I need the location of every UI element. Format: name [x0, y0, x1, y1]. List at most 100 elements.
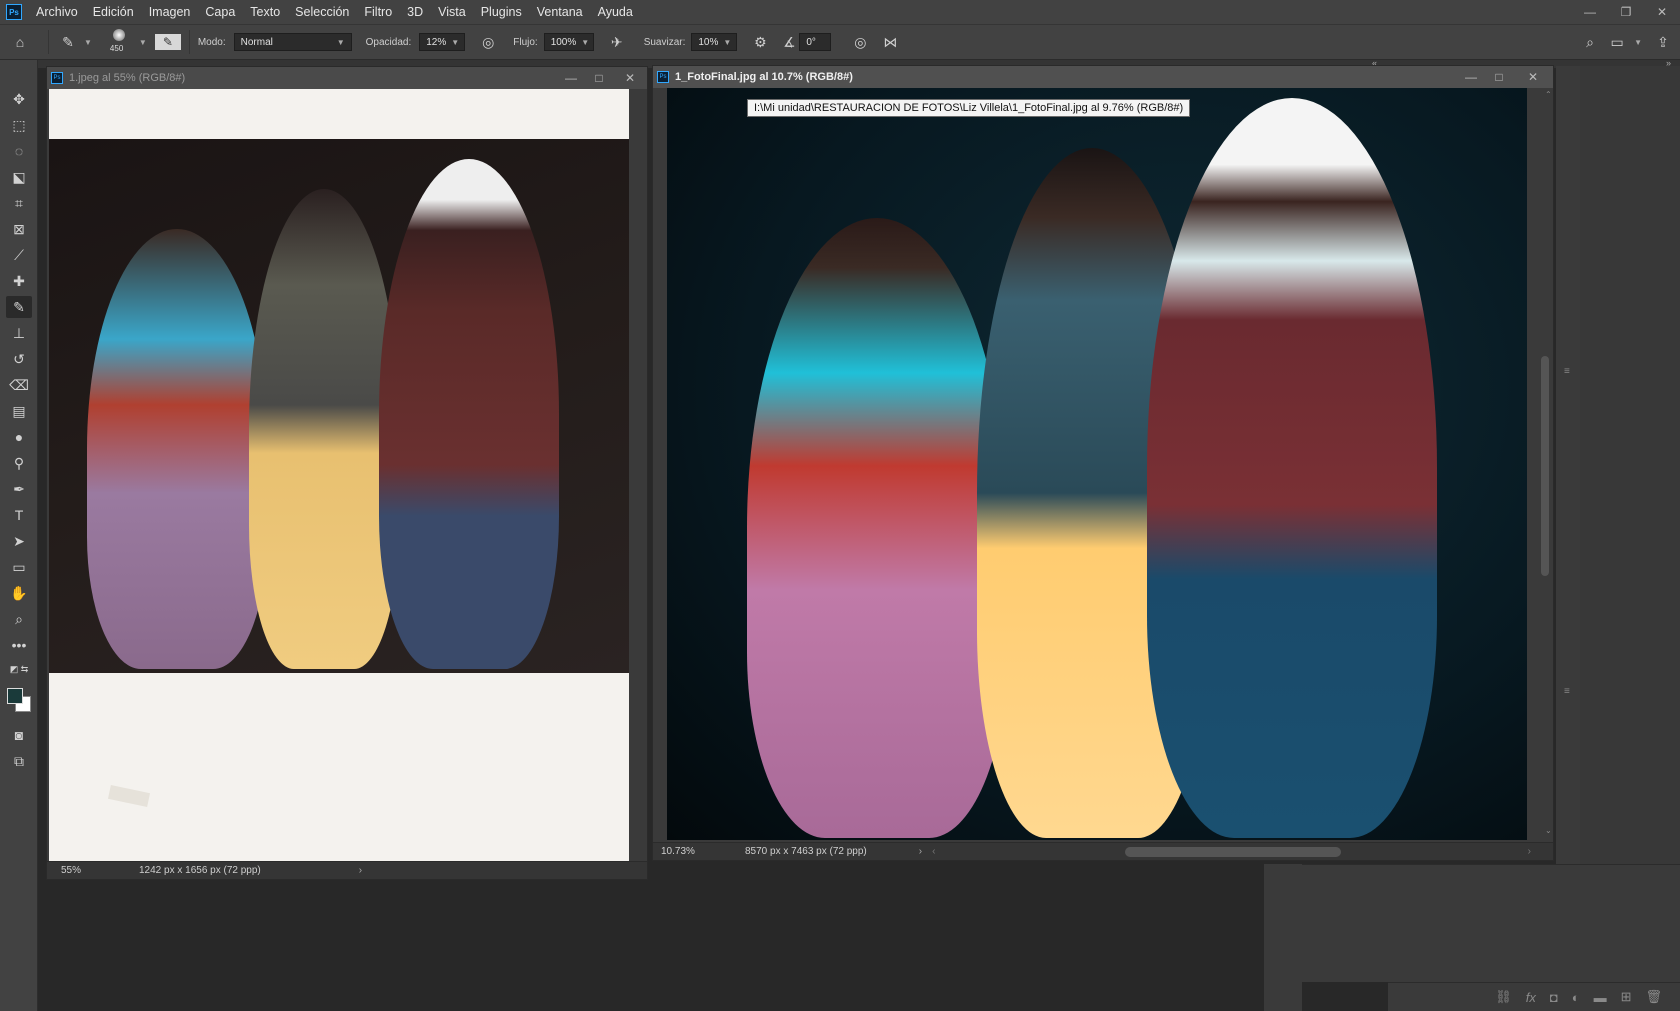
document-2-titlebar[interactable]: Ps 1_FotoFinal.jpg al 10.7% (RGB/8#) — □… — [653, 66, 1553, 88]
home-icon[interactable]: ⌂ — [0, 34, 40, 50]
document-1-statusbar: 55% 1242 px x 1656 px (72 ppp) › — [47, 861, 647, 879]
maximize-icon[interactable]: □ — [1485, 70, 1513, 84]
older-man-figure — [1147, 98, 1437, 838]
menu-plugins[interactable]: Plugins — [481, 5, 522, 19]
brush-tool-preset-icon[interactable]: ✎ — [57, 34, 79, 51]
type-tool-icon[interactable]: T — [6, 504, 32, 526]
document-window-2: Ps 1_FotoFinal.jpg al 10.7% (RGB/8#) — □… — [652, 65, 1554, 861]
menu-capa[interactable]: Capa — [205, 5, 235, 19]
vertical-scroll-thumb[interactable] — [1541, 356, 1549, 576]
chevron-right-icon[interactable]: › — [359, 865, 362, 876]
add-mask-icon[interactable]: ◘ — [1550, 990, 1558, 1005]
chevron-down-icon[interactable]: ▼ — [1634, 38, 1642, 47]
link-layers-icon[interactable]: ⛓ — [1495, 989, 1512, 1005]
maximize-icon[interactable]: □ — [585, 71, 613, 85]
flow-field[interactable]: 100% ▼ — [543, 33, 594, 51]
gradient-tool-icon[interactable]: ▤ — [6, 400, 32, 422]
pressure-size-icon[interactable]: ◎ — [845, 34, 875, 51]
document-1-titlebar[interactable]: Ps 1.jpeg al 55% (RGB/8#) — □ ✕ — [47, 67, 647, 89]
chevron-down-icon[interactable]: ▼ — [139, 38, 147, 47]
share-icon[interactable]: ⇪ — [1646, 34, 1680, 51]
scroll-right-icon[interactable]: › — [1528, 846, 1531, 857]
chevron-right-icon[interactable]: › — [919, 846, 922, 857]
screen-mode-icon[interactable]: ⧉ — [6, 750, 32, 772]
scroll-up-icon[interactable]: ⌃ — [1545, 90, 1552, 99]
minimize-icon[interactable]: — — [1457, 70, 1485, 84]
brush-size-picker[interactable]: 450 — [104, 27, 134, 57]
pen-tool-icon[interactable]: ✒ — [6, 478, 32, 500]
crop-tool-icon[interactable]: ⌗ — [6, 192, 32, 214]
more-tools-icon[interactable]: ••• — [6, 634, 32, 656]
path-selection-tool-icon[interactable]: ➤ — [6, 530, 32, 552]
close-icon[interactable]: ✕ — [1513, 70, 1553, 84]
search-icon[interactable]: ⌕ — [1575, 34, 1605, 51]
close-window-icon[interactable]: ✕ — [1644, 5, 1680, 19]
woman-figure — [747, 218, 1007, 838]
history-brush-tool-icon[interactable]: ↺ — [6, 348, 32, 370]
move-tool-icon[interactable]: ✥ — [6, 88, 32, 110]
document-1-canvas[interactable] — [49, 89, 629, 861]
chevron-down-icon[interactable]: ▼ — [84, 38, 92, 47]
flow-label: Flujo: — [513, 36, 538, 48]
panel-grip-icon[interactable]: ≡ — [1564, 686, 1570, 697]
brush-tool-icon[interactable]: ✎ — [6, 296, 32, 318]
document-2-vertical-scrollbar[interactable]: ⌃ ⌄ — [1537, 88, 1553, 840]
menu-vista[interactable]: Vista — [438, 5, 466, 19]
minimize-icon[interactable]: — — [1572, 5, 1608, 19]
symmetry-icon[interactable]: ⋈ — [875, 34, 905, 51]
gear-icon[interactable]: ⚙ — [745, 34, 775, 51]
quick-mask-icon[interactable]: ◙ — [6, 724, 32, 746]
layer-style-fx-icon[interactable]: fx — [1526, 990, 1536, 1005]
menu-3d[interactable]: 3D — [407, 5, 423, 19]
photoshop-doc-icon: Ps — [657, 71, 669, 83]
foreground-color-swatch[interactable] — [7, 688, 23, 704]
document-2-canvas[interactable] — [667, 88, 1527, 840]
menu-ayuda[interactable]: Ayuda — [598, 5, 633, 19]
menu-ventana[interactable]: Ventana — [537, 5, 583, 19]
scroll-down-icon[interactable]: ⌄ — [1545, 826, 1552, 835]
object-selection-tool-icon[interactable]: ⬕ — [6, 166, 32, 188]
brush-settings-panel-icon[interactable]: ✎ — [154, 34, 181, 50]
menu-imagen[interactable]: Imagen — [149, 5, 191, 19]
default-colors-icon[interactable]: ◩ ⇆ — [6, 662, 32, 676]
zoom-tool-icon[interactable]: ⌕ — [6, 608, 32, 630]
frame-tool-icon[interactable]: ⊠ — [6, 218, 32, 240]
lasso-tool-icon[interactable]: ◌ — [6, 140, 32, 162]
menu-filtro[interactable]: Filtro — [364, 5, 392, 19]
menu-edicion[interactable]: Edición — [93, 5, 134, 19]
zoom-level[interactable]: 10.73% — [653, 846, 699, 857]
dodge-tool-icon[interactable]: ⚲ — [6, 452, 32, 474]
marquee-tool-icon[interactable]: ⬚ — [6, 114, 32, 136]
eraser-tool-icon[interactable]: ⌫ — [6, 374, 32, 396]
zoom-level[interactable]: 55% — [47, 865, 93, 876]
close-icon[interactable]: ✕ — [613, 71, 647, 85]
blur-tool-icon[interactable]: ● — [6, 426, 32, 448]
rectangle-tool-icon[interactable]: ▭ — [6, 556, 32, 578]
menu-archivo[interactable]: Archivo — [36, 5, 78, 19]
paper-smudge — [107, 784, 151, 808]
restore-icon[interactable]: ❐ — [1608, 5, 1644, 19]
angle-field[interactable]: 0° — [799, 33, 832, 51]
mode-select[interactable]: Normal ▼ — [233, 33, 352, 51]
separator — [48, 30, 49, 54]
workspace-icon[interactable]: ▭ — [1605, 34, 1629, 51]
scroll-left-icon[interactable]: ‹ — [932, 846, 935, 857]
new-layer-icon[interactable]: ⊞ — [1621, 989, 1632, 1005]
clone-stamp-tool-icon[interactable]: ⊥ — [6, 322, 32, 344]
minimize-icon[interactable]: — — [557, 71, 585, 85]
smoothing-field[interactable]: 10% ▼ — [691, 33, 738, 51]
group-folder-icon[interactable]: ▬ — [1594, 990, 1607, 1005]
airbrush-icon[interactable]: ✈ — [602, 34, 632, 51]
document-1-scrollbar[interactable] — [629, 89, 647, 861]
healing-brush-tool-icon[interactable]: ✚ — [6, 270, 32, 292]
delete-layer-icon[interactable]: 🗑 — [1645, 989, 1662, 1005]
horizontal-scroll-thumb[interactable] — [1125, 846, 1342, 857]
pressure-opacity-icon[interactable]: ◎ — [473, 34, 503, 51]
opacity-field[interactable]: 12% ▼ — [419, 33, 466, 51]
hand-tool-icon[interactable]: ✋ — [6, 582, 32, 604]
adjustment-layer-icon[interactable]: ◐ — [1572, 990, 1580, 1005]
menu-seleccion[interactable]: Selección — [295, 5, 349, 19]
menu-texto[interactable]: Texto — [250, 5, 280, 19]
eyedropper-tool-icon[interactable]: ⟋ — [6, 244, 32, 266]
panel-grip-icon[interactable]: ≡ — [1564, 366, 1570, 377]
